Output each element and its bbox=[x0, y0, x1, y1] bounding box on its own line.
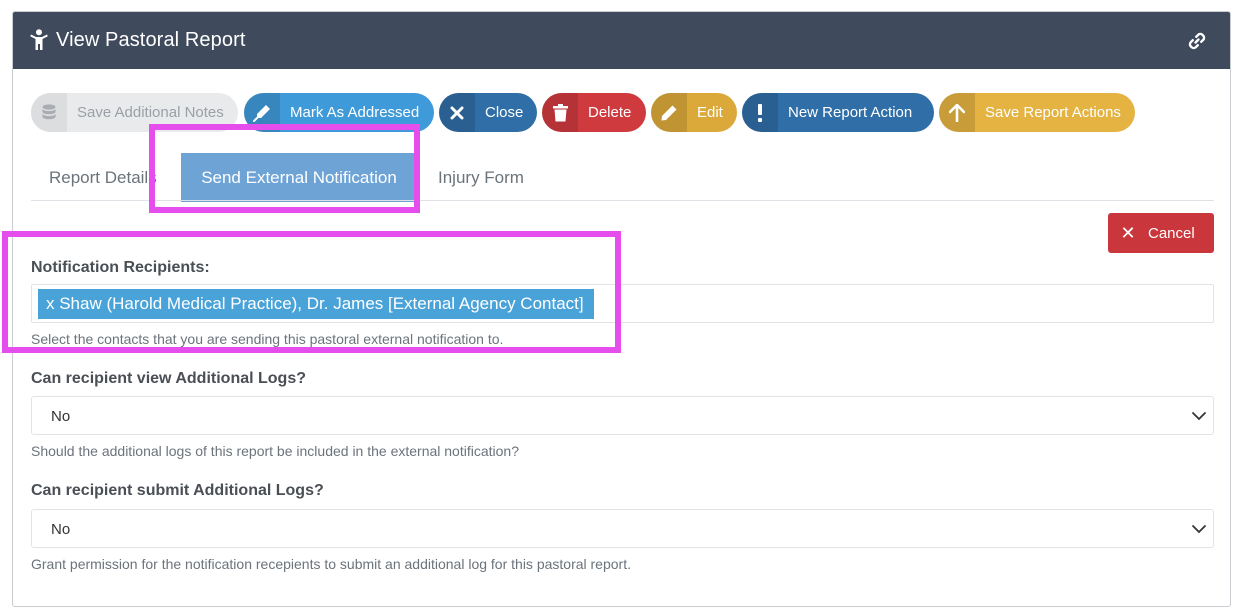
close-icon: ✕ bbox=[1120, 222, 1136, 243]
view-logs-value: No bbox=[51, 408, 71, 425]
save-report-actions-label: Save Report Actions bbox=[985, 104, 1121, 121]
highlight-box-tab bbox=[149, 124, 420, 213]
delete-button[interactable]: Delete bbox=[542, 93, 646, 132]
panel-header: View Pastoral Report bbox=[13, 12, 1230, 69]
person-icon bbox=[30, 29, 48, 51]
submit-logs-label: Can recipient submit Additional Logs? bbox=[31, 482, 324, 499]
new-report-action-label: New Report Action bbox=[788, 104, 913, 121]
submit-logs-value: No bbox=[51, 521, 71, 538]
exclamation-icon bbox=[742, 93, 778, 132]
pencil-icon bbox=[651, 93, 687, 132]
save-report-actions-button[interactable]: Save Report Actions bbox=[939, 93, 1135, 132]
tab-injury-form[interactable]: Injury Form bbox=[438, 168, 524, 188]
close-button[interactable]: Close bbox=[439, 93, 537, 132]
chevron-down-icon bbox=[1191, 521, 1207, 537]
cancel-button[interactable]: ✕ Cancel bbox=[1108, 213, 1214, 253]
mark-as-addressed-label: Mark As Addressed bbox=[290, 104, 420, 121]
delete-label: Delete bbox=[588, 104, 632, 121]
submit-logs-select[interactable]: No bbox=[31, 509, 1214, 548]
trash-icon bbox=[542, 93, 578, 132]
view-logs-label: Can recipient view Additional Logs? bbox=[31, 370, 306, 387]
chevron-down-icon bbox=[1191, 408, 1207, 424]
cancel-label: Cancel bbox=[1148, 224, 1195, 242]
save-additional-notes-label: Save Additional Notes bbox=[77, 104, 224, 121]
page-title: View Pastoral Report bbox=[56, 29, 246, 51]
new-report-action-button[interactable]: New Report Action bbox=[742, 93, 934, 132]
view-logs-help: Should the additional logs of this repor… bbox=[31, 443, 519, 459]
tab-report-details[interactable]: Report Details bbox=[49, 168, 157, 188]
highlight-box-recipients bbox=[2, 231, 621, 353]
close-icon bbox=[439, 93, 475, 132]
edit-label: Edit bbox=[697, 104, 723, 121]
link-icon[interactable] bbox=[1188, 32, 1206, 50]
edit-button[interactable]: Edit bbox=[651, 93, 737, 132]
submit-logs-help: Grant permission for the notification re… bbox=[31, 556, 631, 572]
close-label: Close bbox=[485, 104, 524, 121]
view-logs-select[interactable]: No bbox=[31, 396, 1214, 435]
arrow-up-icon bbox=[939, 93, 975, 132]
database-icon bbox=[31, 93, 67, 132]
